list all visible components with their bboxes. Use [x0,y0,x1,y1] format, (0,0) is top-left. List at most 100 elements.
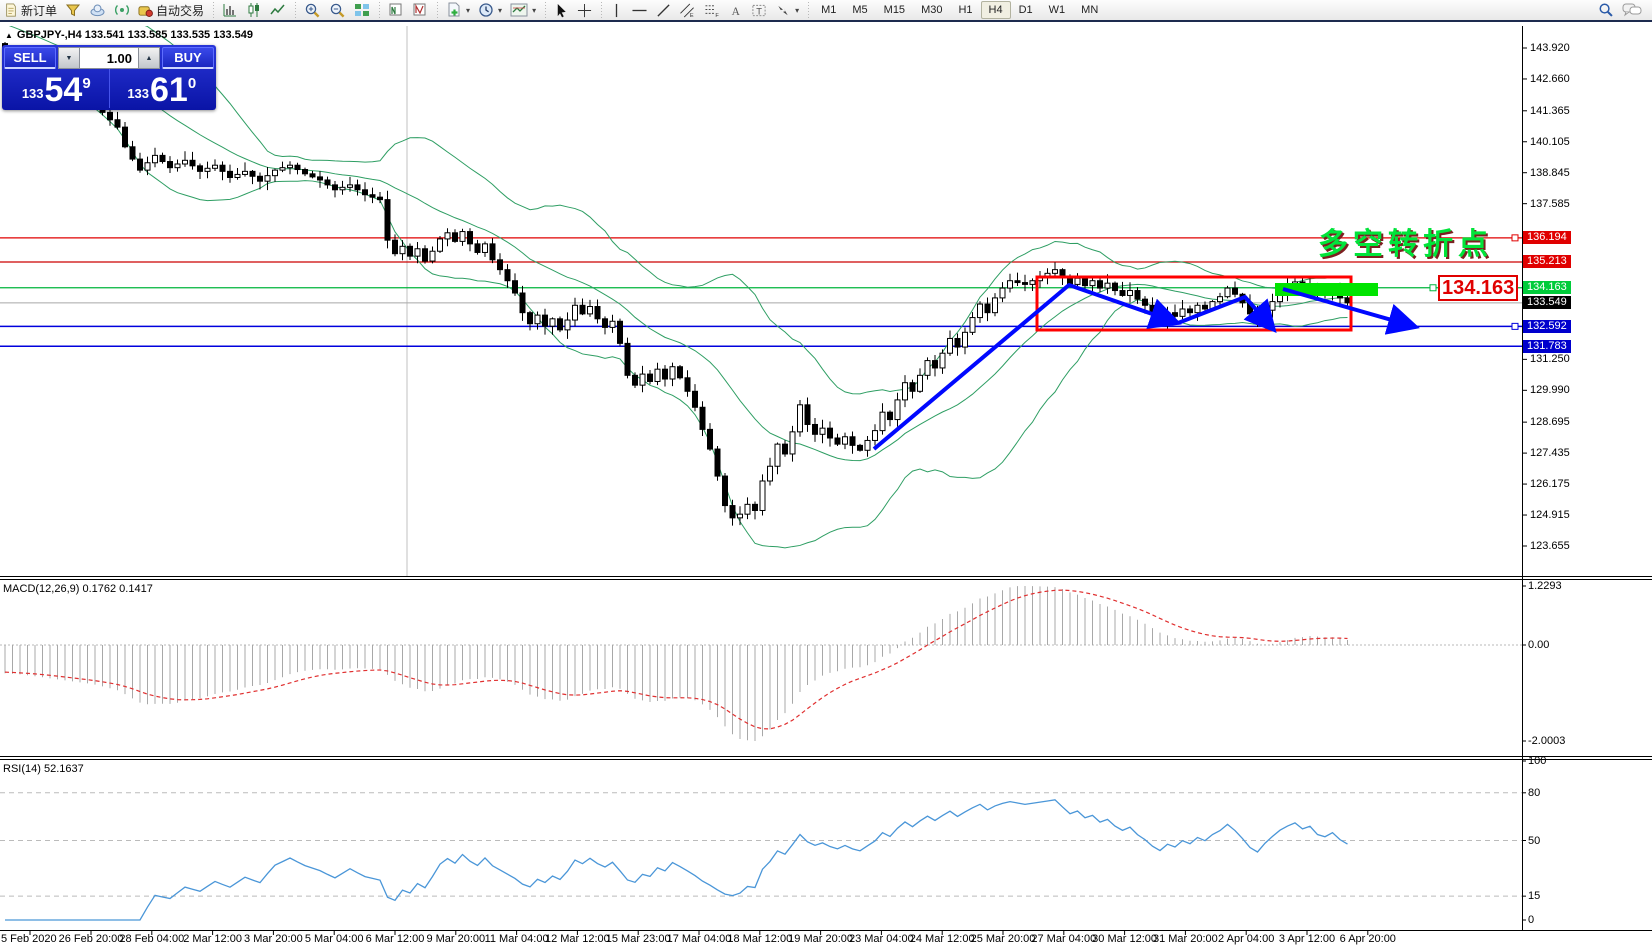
cloud-icon [89,2,106,18]
dropdown-caret-icon: ▾ [466,6,470,15]
crosshair-icon [577,3,592,18]
equidistant-channel-tool-button[interactable]: E [675,0,700,20]
arrows-tool-button[interactable]: ▾ [771,0,803,20]
period-button[interactable]: ▾ [474,0,506,20]
buy-price-pips: 61 [150,75,188,105]
one-click-trading-panel: SELL ▼ 1.00 ▲ BUY 133 54 9 133 61 0 [2,45,216,110]
timeframe-button-w1[interactable]: W1 [1041,1,1074,19]
symbol-header: ▲ GBPJPY-,H4 133.541 133.585 133.535 133.… [5,29,253,41]
turning-point-annotation: 多空转折点 [1318,219,1493,263]
crosshair-tool-button[interactable] [573,0,596,20]
zoom-out-icon [329,2,346,19]
label-icon: T [751,3,767,18]
tile-windows-icon [354,2,370,18]
svg-text:F: F [715,13,719,18]
timeframe-button-m5[interactable]: M5 [844,1,875,19]
volume-value[interactable]: 1.00 [80,47,138,69]
sell-price[interactable]: 133 54 9 [4,69,109,108]
auto-trading-button[interactable]: 自动交易 [134,0,208,20]
collapse-icon[interactable]: ▲ [5,31,13,40]
text-tool-button[interactable]: A [725,0,747,20]
vertical-line-tool-button[interactable] [606,0,627,20]
candle-chart-mode-button[interactable] [242,0,266,20]
new-order-icon [4,3,18,17]
timeframe-button-m15[interactable]: M15 [876,1,913,19]
svg-text:E: E [690,13,694,18]
signal-button[interactable] [110,0,134,20]
auto-trading-label: 自动交易 [156,2,204,19]
timeframe-bar: M1M5M15M30H1H4D1W1MN [813,1,1106,19]
channel-icon: E [679,3,696,18]
rsi-pane [0,793,1522,920]
volume-up-button[interactable]: ▲ [138,47,160,69]
svg-text:A: A [732,5,741,17]
template-button[interactable]: ▾ [506,0,540,20]
timeframe-button-mn[interactable]: MN [1073,1,1106,19]
add-indicator-icon [446,2,462,18]
rsi-line [5,800,1348,920]
timeframe-button-m1[interactable]: M1 [813,1,844,19]
main-toolbar: 新订单 自动交易 ▾ ▾ [0,0,1652,22]
funnel-button[interactable] [61,0,85,20]
zoom-out-button[interactable] [325,0,350,20]
line-chart-icon [270,2,286,18]
zoom-in-icon [304,2,321,19]
fibonacci-icon: F [704,3,721,18]
auto-trading-icon [138,3,153,18]
timeframe-button-h4[interactable]: H4 [981,1,1011,19]
toolbar-separator [806,2,810,18]
buy-price-point: 0 [188,75,196,92]
signal-icon [114,2,130,18]
tile-windows-button[interactable] [350,0,374,20]
svg-text:T: T [756,6,762,16]
add-indicator-button[interactable]: ▾ [442,0,474,20]
cloud-button[interactable] [85,0,110,20]
buy-price[interactable]: 133 61 0 [109,69,215,108]
price-badge: 131.783 [1523,340,1571,353]
dropdown-caret-icon: ▾ [498,6,502,15]
navigator-button[interactable] [408,0,432,20]
price-badge: 135.213 [1523,255,1571,268]
label-tool-button[interactable]: T [747,0,771,20]
search-icon[interactable] [1598,2,1614,18]
mt4-window: { "toolbar": { "new_order": "新订单", "auto… [0,0,1652,946]
chat-icon[interactable] [1622,2,1642,18]
bar-chart-icon [222,2,238,18]
macd-pane [0,586,1522,741]
buy-button[interactable]: BUY [162,47,214,69]
fibonacci-tool-button[interactable]: F [700,0,725,20]
price-badge: 134.163 [1523,281,1571,294]
funnel-icon [65,2,81,18]
timeframe-button-h1[interactable]: H1 [950,1,980,19]
cursor-tool-button[interactable] [550,0,573,20]
horizontal-line-icon [631,3,648,18]
price-badge: 136.194 [1523,231,1571,244]
zoom-in-button[interactable] [300,0,325,20]
timeframe-button-m30[interactable]: M30 [913,1,950,19]
horizontal-line-tool-button[interactable] [627,0,652,20]
toolbar-separator [543,2,547,18]
line-chart-mode-button[interactable] [266,0,290,20]
volume-down-button[interactable]: ▼ [58,47,80,69]
sell-button[interactable]: SELL [4,47,56,69]
cursor-icon [554,3,569,18]
volume-stepper: ▼ 1.00 ▲ [58,47,160,69]
trendline-tool-button[interactable] [652,0,675,20]
macd-signal-line [5,590,1348,729]
new-order-button[interactable]: 新订单 [0,0,61,20]
timeframe-button-d1[interactable]: D1 [1011,1,1041,19]
data-window-button[interactable] [384,0,408,20]
candlestick-icon [246,2,262,18]
navigator-icon [412,2,428,18]
dropdown-caret-icon: ▾ [795,6,799,15]
clock-icon [478,2,494,18]
level-callout-134163: 134.163 [1438,275,1518,301]
template-icon [510,3,528,17]
text-icon: A [729,3,743,18]
toolbar-separator [211,2,215,18]
rsi-label: RSI(14) 52.1637 [3,763,84,775]
chart-canvas [0,0,1652,946]
bar-chart-mode-button[interactable] [218,0,242,20]
sell-price-point: 9 [82,75,90,92]
symbol-ohlc-text: GBPJPY-,H4 133.541 133.585 133.535 133.5… [17,29,253,41]
